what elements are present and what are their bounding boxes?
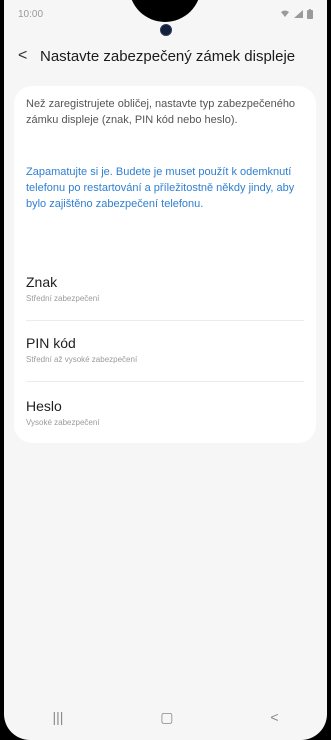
home-button[interactable]: ▢	[160, 709, 173, 726]
signal-icon	[294, 10, 303, 18]
option-subtitle: Střední zabezpečení	[26, 294, 100, 303]
option-heslo[interactable]: Heslo Vysoké zabezpečení	[26, 398, 304, 454]
navigation-bar: ||| ▢ <	[4, 694, 327, 740]
option-subtitle: Střední až vysoké zabezpečení	[26, 355, 138, 364]
page-title: Nastavte zabezpečený zámek displeje	[40, 47, 296, 65]
status-bar: 10:00	[18, 6, 313, 22]
info-note: Zapamatujte si je. Budete je muset použí…	[26, 166, 295, 210]
option-subtitle: Vysoké zabezpečení	[26, 418, 100, 427]
phone-screen: 10:00 < Nastavte zabezpečený zámek displ…	[4, 0, 327, 740]
info-text: Než zaregistrujete obličej, nastavte typ…	[26, 98, 296, 126]
wifi-icon	[281, 10, 289, 17]
option-title: Heslo	[26, 398, 62, 414]
back-button[interactable]: <	[270, 709, 278, 725]
option-title: PIN kód	[26, 335, 76, 351]
recents-button[interactable]: |||	[52, 709, 63, 725]
front-camera	[160, 24, 172, 36]
header: < Nastavte zabezpečený zámek displeje	[18, 42, 321, 70]
option-title: Znak	[26, 274, 58, 290]
option-znak[interactable]: Znak Střední zabezpečení	[26, 274, 304, 330]
divider	[26, 381, 304, 382]
battery-icon	[307, 9, 313, 19]
option-pin-kod[interactable]: PIN kód Střední až vysoké zabezpečení	[26, 335, 304, 391]
settings-card: Než zaregistrujete obličej, nastavte typ…	[14, 86, 316, 443]
divider	[26, 320, 304, 321]
status-time: 10:00	[18, 8, 44, 20]
chevron-left-icon[interactable]: <	[18, 47, 40, 65]
